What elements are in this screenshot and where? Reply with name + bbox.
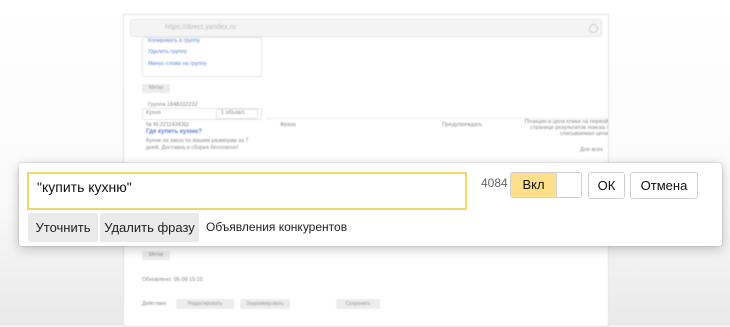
phrase-count: 4084: [481, 176, 508, 190]
enable-toggle[interactable]: Вкл: [510, 172, 582, 198]
ad-number: № М-22114343Ш: [146, 122, 189, 128]
address-bar[interactable]: https://direct.yandex.ru: [130, 19, 602, 37]
archive-button[interactable]: Заархивировать: [240, 299, 290, 309]
menu-item-copy[interactable]: Копировать в группу: [148, 38, 200, 44]
phrase-edit-popup: "купить кухню" 4084 Вкл ОК Отмена Уточни…: [19, 163, 722, 246]
actions-label: Действия: [142, 301, 167, 307]
save-button[interactable]: Сохранить: [336, 299, 380, 309]
column-phrase: Фраза: [280, 122, 296, 128]
menu-item-minus-words[interactable]: Минус-слова на группу: [148, 61, 207, 67]
reload-icon[interactable]: [589, 24, 598, 33]
refine-button[interactable]: Уточнить: [28, 213, 98, 242]
ad-text: Кухни на заказ по вашим размерам за 7 дн…: [146, 138, 249, 151]
edit-button[interactable]: Редактировать: [176, 299, 234, 309]
ad-title[interactable]: Где купить кухню?: [146, 129, 202, 135]
column-position: Позиция и цена клика на первой странице …: [524, 119, 608, 137]
tags-pill[interactable]: Метки: [142, 84, 170, 93]
delete-phrase-button[interactable]: Удалить фразу: [100, 213, 199, 242]
cancel-button[interactable]: Отмена: [630, 172, 698, 199]
ads-count-text: 1 объявл.: [221, 110, 246, 116]
ok-button[interactable]: ОК: [588, 172, 625, 199]
updated-text: Обновлено: 05.08 15:15: [142, 277, 203, 283]
tags-pill-2[interactable]: Метки: [142, 251, 170, 260]
toggle-on-label: Вкл: [511, 173, 556, 197]
column-all: Для всех: [580, 147, 603, 153]
toggle-knob[interactable]: [556, 173, 581, 197]
competitor-ads-link[interactable]: Объявления конкурентов: [206, 220, 347, 234]
column-forecast: Предупреждать: [442, 122, 483, 128]
phrase-input[interactable]: "купить кухню": [27, 172, 467, 210]
group-name: Кухня: [146, 110, 161, 116]
menu-item-delete-group[interactable]: Удалить группу: [148, 49, 187, 55]
